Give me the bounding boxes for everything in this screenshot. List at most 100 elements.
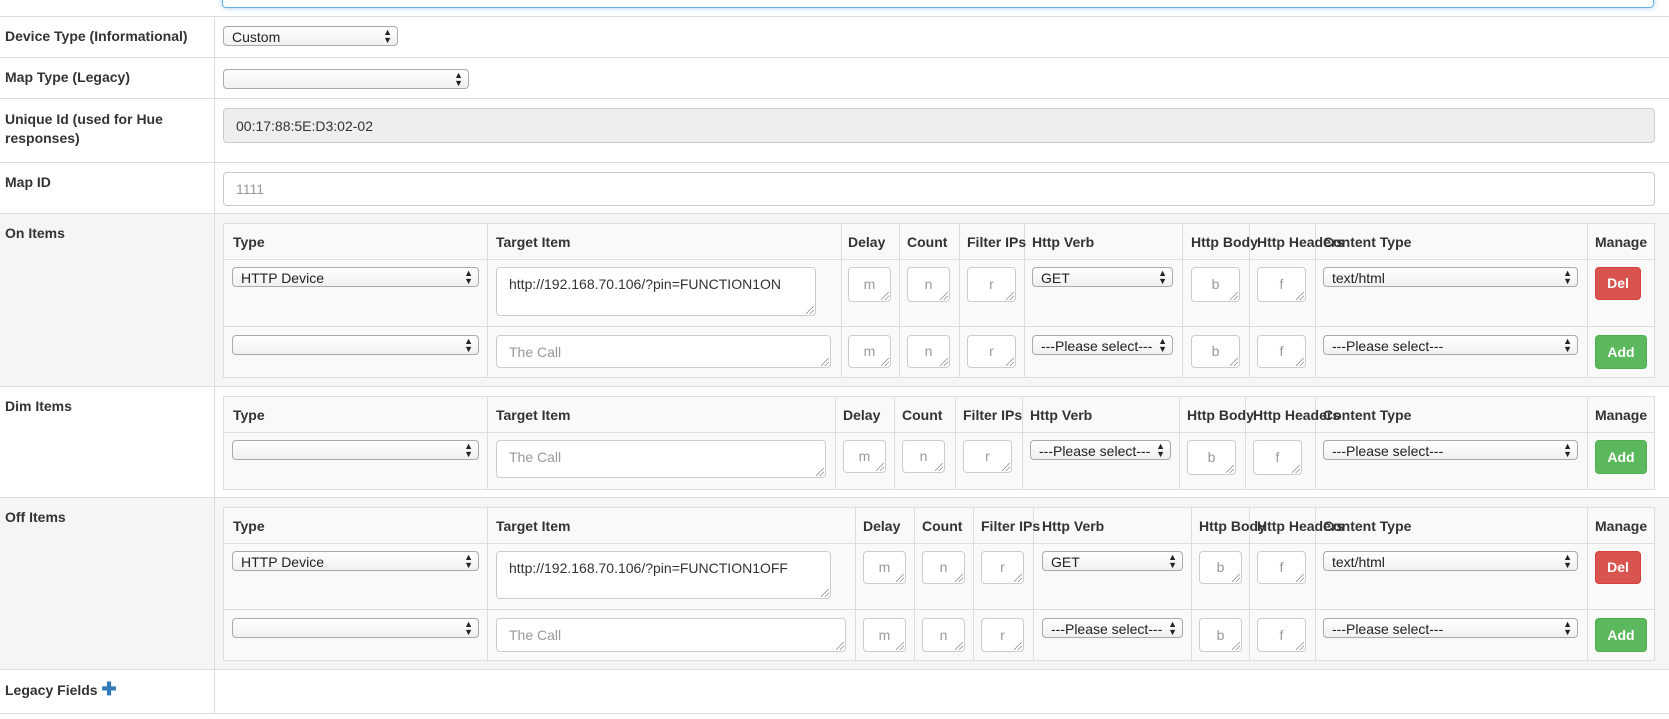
count-placeholder: n (939, 627, 948, 643)
filter-placeholder: r (989, 343, 994, 359)
select-arrows-icon: ▲ ▼ (1156, 441, 1165, 459)
resize-grip-icon (1296, 292, 1304, 300)
add-button[interactable]: Add (1595, 440, 1647, 474)
delay-input[interactable]: m (848, 267, 891, 302)
map-type-row: Map Type (Legacy) ▲ ▼ (0, 57, 1669, 99)
select-arrows-icon: ▲ ▼ (464, 552, 473, 570)
header-delay: Delay (848, 234, 886, 250)
target-textarea[interactable]: The Call (496, 440, 826, 478)
type-select[interactable]: ▲ ▼ (232, 618, 479, 638)
delay-input[interactable]: m (863, 618, 906, 652)
del-button[interactable]: Del (1595, 267, 1641, 300)
filter-placeholder: r (1000, 559, 1005, 575)
add-button[interactable]: Add (1595, 618, 1647, 652)
resize-grip-icon (1292, 465, 1300, 473)
count-input[interactable]: n (902, 440, 945, 473)
resize-grip-icon (881, 358, 889, 366)
target-textarea[interactable]: The Call (496, 618, 846, 652)
device-type-value: Custom (232, 29, 281, 45)
select-arrows-icon: ▲ ▼ (1168, 619, 1177, 637)
dim-items-table: Type Target Item Delay Count Filter IPs … (223, 396, 1655, 490)
type-select[interactable]: ▲ ▼ (232, 440, 479, 460)
type-select[interactable]: HTTP Device ▲ ▼ (232, 551, 479, 571)
content-value: text/html (1332, 554, 1385, 570)
body-input[interactable]: b (1199, 551, 1242, 584)
off-items-label: Off Items (5, 509, 66, 525)
body-input[interactable]: b (1187, 440, 1236, 475)
resize-grip-icon (1296, 358, 1304, 366)
target-textarea[interactable]: The Call (496, 335, 831, 368)
select-arrows-icon: ▲ ▼ (1158, 268, 1167, 286)
resize-grip-icon (940, 292, 948, 300)
target-value: http://192.168.70.106/?pin=FUNCTION1ON (509, 276, 781, 292)
content-select[interactable]: ---Please select--- ▲ ▼ (1323, 440, 1578, 460)
header-manage: Manage (1595, 234, 1648, 250)
filter-input[interactable]: r (981, 618, 1024, 652)
headers-input[interactable]: f (1257, 551, 1306, 584)
target-textarea[interactable]: http://192.168.70.106/?pin=FUNCTION1ON (496, 267, 816, 316)
content-select[interactable]: ---Please select--- ▲ ▼ (1323, 335, 1578, 355)
top-input-focused[interactable] (222, 0, 1654, 8)
body-placeholder: b (1216, 627, 1225, 643)
plus-icon[interactable]: ✚ (101, 679, 116, 699)
body-input[interactable]: b (1199, 618, 1242, 652)
verb-select[interactable]: ---Please select--- ▲ ▼ (1032, 335, 1173, 355)
filter-input[interactable]: r (967, 267, 1016, 302)
headers-input[interactable]: f (1257, 618, 1306, 652)
add-button[interactable]: Add (1595, 335, 1647, 369)
content-select[interactable]: text/html ▲ ▼ (1323, 267, 1578, 287)
resize-grip-icon (1006, 358, 1014, 366)
divider (214, 163, 215, 214)
filter-placeholder: r (1000, 627, 1005, 643)
off-items-table: Type Target Item Delay Count Filter IPs … (223, 507, 1655, 661)
type-select[interactable]: ▲ ▼ (232, 335, 479, 355)
resize-grip-icon (1014, 574, 1022, 582)
type-select[interactable]: HTTP Device ▲ ▼ (232, 267, 479, 287)
select-arrows-icon: ▲ ▼ (383, 27, 392, 45)
header-filter: Filter IPs (963, 407, 1023, 423)
content-value: ---Please select--- (1332, 443, 1444, 459)
del-button[interactable]: Del (1595, 551, 1641, 584)
headers-input[interactable]: f (1253, 440, 1302, 475)
verb-select[interactable]: ---Please select--- ▲ ▼ (1030, 440, 1171, 460)
map-id-label: Map ID (5, 174, 51, 190)
filter-input[interactable]: r (981, 551, 1024, 584)
divider (214, 498, 215, 670)
device-type-select[interactable]: Custom ▲ ▼ (223, 26, 398, 46)
body-input[interactable]: b (1191, 267, 1240, 302)
target-value: http://192.168.70.106/?pin=FUNCTION1OFF (509, 560, 788, 576)
unique-id-label: Unique Id (used for Hue responses) (5, 111, 163, 146)
select-arrows-icon: ▲ ▼ (1168, 552, 1177, 570)
header-type: Type (233, 518, 265, 534)
delay-input[interactable]: m (863, 551, 906, 584)
content-select[interactable]: text/html ▲ ▼ (1323, 551, 1578, 571)
verb-select[interactable]: GET ▲ ▼ (1032, 267, 1173, 287)
map-id-placeholder: 1111 (236, 181, 265, 197)
headers-input[interactable]: f (1257, 267, 1306, 302)
delay-input[interactable]: m (843, 440, 886, 473)
map-id-input[interactable]: 1111 (223, 172, 1655, 206)
count-input[interactable]: n (907, 335, 950, 368)
verb-select[interactable]: ---Please select--- ▲ ▼ (1042, 618, 1183, 638)
count-input[interactable]: n (922, 551, 965, 584)
count-input[interactable]: n (922, 618, 965, 652)
verb-select[interactable]: GET ▲ ▼ (1042, 551, 1183, 571)
target-placeholder: The Call (509, 344, 562, 360)
filter-input[interactable]: r (963, 440, 1012, 473)
count-input[interactable]: n (907, 267, 950, 302)
content-select[interactable]: ---Please select--- ▲ ▼ (1323, 618, 1578, 638)
header-verb: Http Verb (1042, 518, 1105, 534)
headers-input[interactable]: f (1257, 335, 1306, 368)
body-placeholder: b (1211, 343, 1220, 359)
header-body: Http Body (1191, 234, 1258, 250)
select-arrows-icon: ▲ ▼ (464, 619, 473, 637)
delay-input[interactable]: m (848, 335, 891, 368)
filter-input[interactable]: r (967, 335, 1016, 368)
map-type-select[interactable]: ▲ ▼ (223, 69, 469, 89)
type-value: HTTP Device (241, 554, 324, 570)
resize-grip-icon (896, 642, 904, 650)
body-input[interactable]: b (1191, 335, 1240, 368)
divider (214, 670, 215, 713)
off-items-row: Off Items Type Target Item Delay Count F… (0, 497, 1669, 670)
target-textarea[interactable]: http://192.168.70.106/?pin=FUNCTION1OFF (496, 551, 831, 599)
